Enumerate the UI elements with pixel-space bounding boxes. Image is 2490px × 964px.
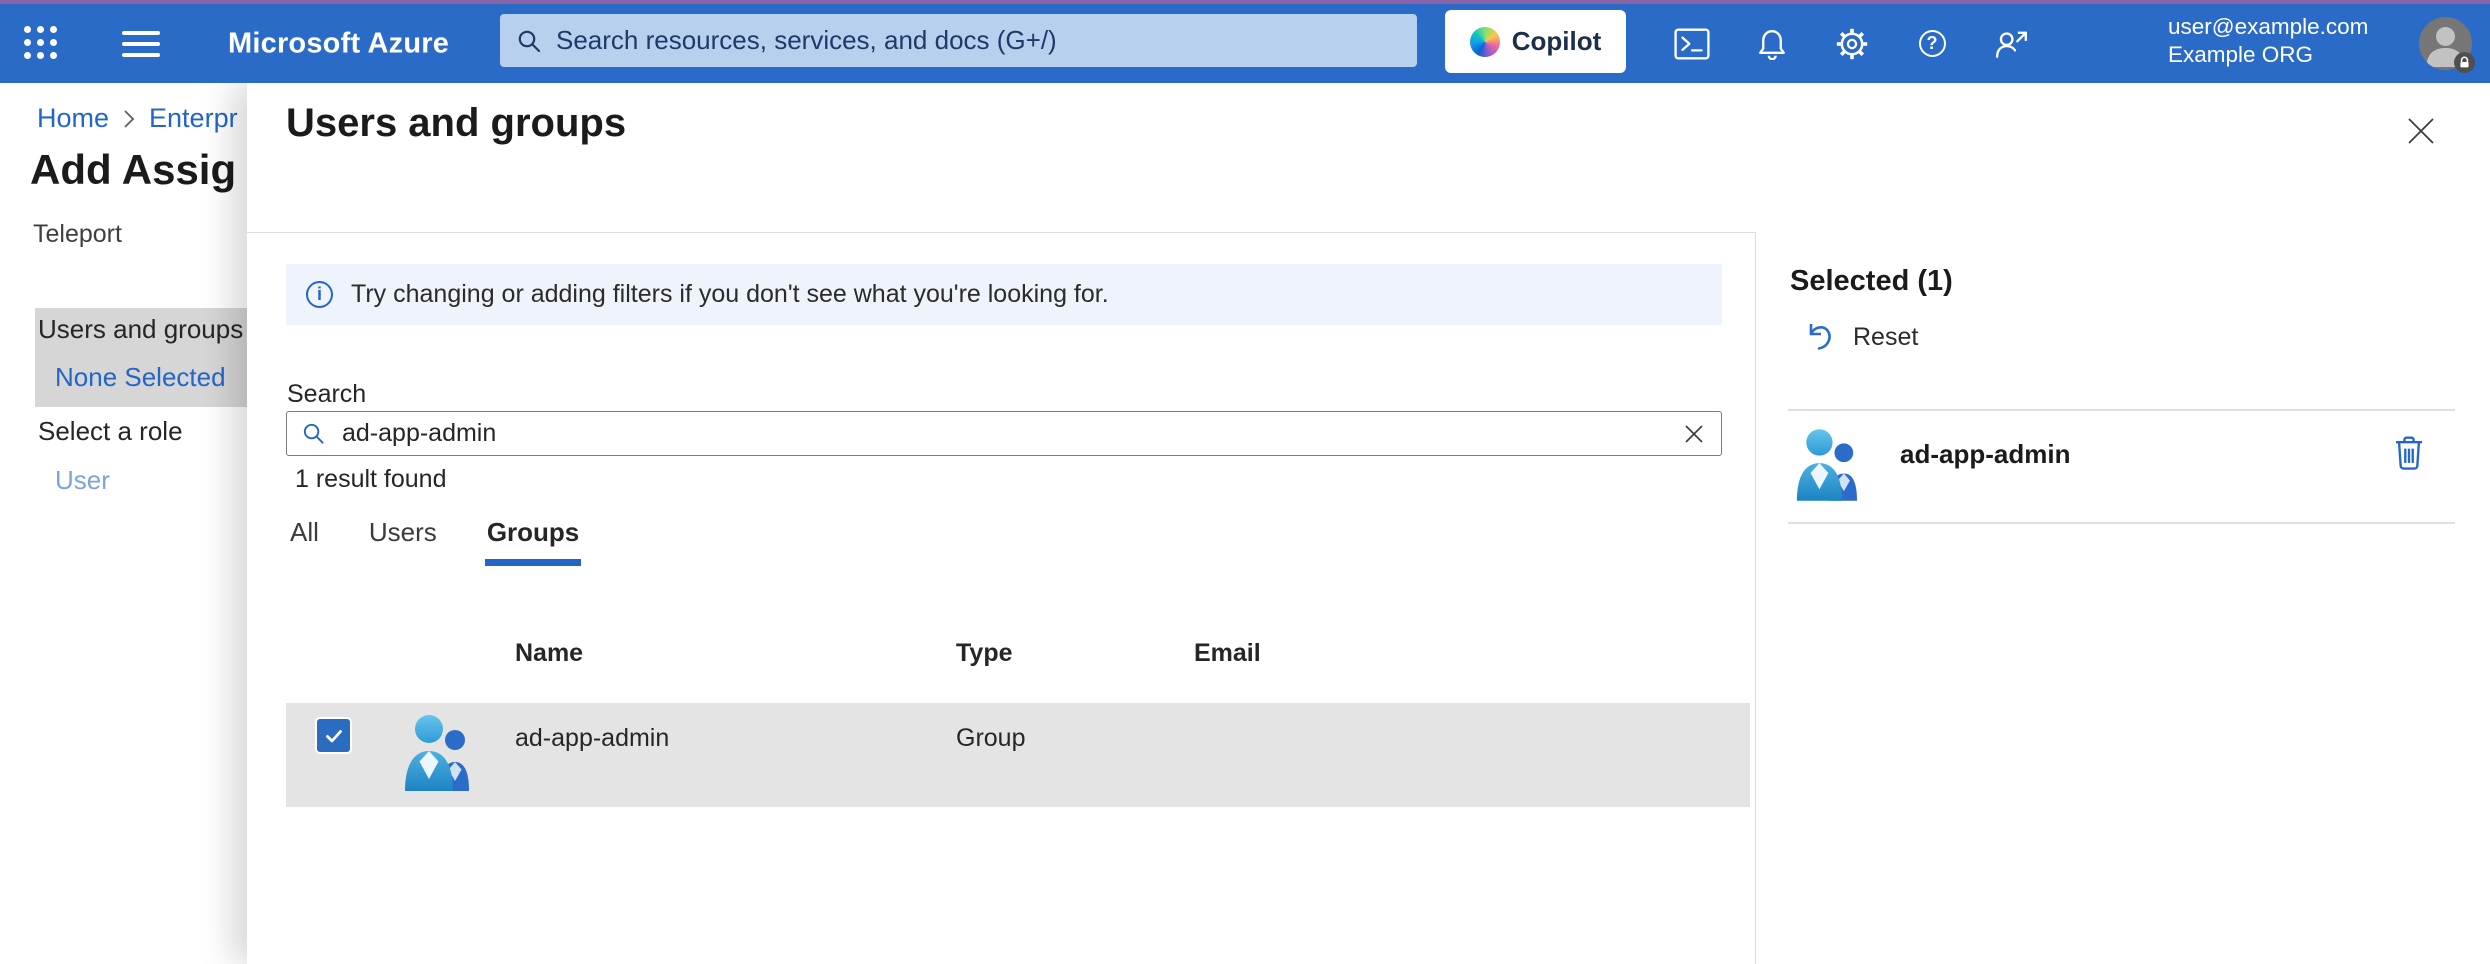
column-header-name: Name [515,639,583,668]
page-subtitle: Teleport [33,220,122,249]
nav-role-value-link[interactable]: User [55,465,110,496]
account-info[interactable]: user@example.com Example ORG [2168,13,2368,69]
breadcrumb-home-link[interactable]: Home [37,103,109,134]
account-email: user@example.com [2168,13,2368,41]
panel-header-divider [247,232,1755,233]
global-search-box[interactable] [500,14,1417,67]
close-icon[interactable] [2397,107,2445,155]
row-name: ad-app-admin [515,724,669,753]
row-type: Group [956,724,1025,753]
search-field-label: Search [287,380,366,409]
avatar[interactable] [2419,17,2472,70]
cloud-shell-icon[interactable] [1664,16,1720,72]
panel-search-box[interactable] [286,411,1722,456]
info-glyph: i [317,284,322,305]
breadcrumb-parent-link[interactable]: Enterpr [149,103,238,134]
selected-item-name: ad-app-admin [1900,439,2070,470]
help-icon[interactable]: ? [1904,16,1960,72]
column-header-type: Type [956,639,1013,668]
users-and-groups-panel: Users and groups i Try changing or addin… [247,83,2490,964]
copilot-logo-icon [1470,27,1500,57]
nav-select-role-label: Select a role [38,416,183,447]
info-banner-text: Try changing or adding filters if you do… [351,280,1109,309]
global-search-input[interactable] [556,25,1401,56]
search-icon [301,421,326,446]
remove-trash-icon[interactable] [2387,431,2431,475]
help-glyph: ? [1927,33,1938,54]
copilot-label: Copilot [1512,26,1602,57]
nav-users-groups-label: Users and groups [38,314,243,345]
tab-users[interactable]: Users [369,517,437,566]
search-icon [516,28,542,54]
reset-label: Reset [1853,323,1918,352]
notifications-bell-icon[interactable] [1744,16,1800,72]
panel-vertical-divider [1755,232,1756,964]
undo-icon [1805,321,1835,353]
brand-title[interactable]: Microsoft Azure [228,27,449,60]
nav-users-groups-value-link[interactable]: None Selected [55,362,226,393]
reset-button[interactable]: Reset [1805,321,1918,353]
panel-search-input[interactable] [342,419,1681,448]
account-org: Example ORG [2168,41,2368,69]
azure-top-bar: Microsoft Azure Copilot [0,4,2490,83]
breadcrumb: Home Enterpr [37,103,238,134]
info-banner: i Try changing or adding filters if you … [286,264,1722,325]
group-icon [1795,427,1857,508]
selected-list-divider-bottom [1788,522,2455,524]
column-header-email: Email [1194,639,1261,668]
feedback-icon[interactable] [1984,16,2040,72]
tab-all[interactable]: All [290,517,319,566]
result-count: 1 result found [295,465,447,494]
copilot-button[interactable]: Copilot [1445,10,1626,73]
check-icon [323,725,345,747]
page-title: Add Assig [30,146,236,194]
selected-count-title: Selected (1) [1790,265,1953,298]
breadcrumb-chevron-icon [123,109,135,129]
group-icon [403,712,469,799]
portal-menu-icon[interactable] [122,31,160,64]
info-icon: i [306,281,333,308]
table-row[interactable]: ad-app-admin Group [286,703,1750,807]
lock-icon [2454,52,2475,73]
app-launcher-icon[interactable] [24,26,57,59]
settings-gear-icon[interactable] [1824,16,1880,72]
filter-tabs: All Users Groups [290,517,579,566]
clear-search-icon[interactable] [1681,421,1707,447]
panel-title: Users and groups [286,101,626,146]
row-checkbox[interactable] [315,717,352,754]
selected-list-divider-top [1788,409,2455,411]
tab-groups[interactable]: Groups [487,517,579,566]
